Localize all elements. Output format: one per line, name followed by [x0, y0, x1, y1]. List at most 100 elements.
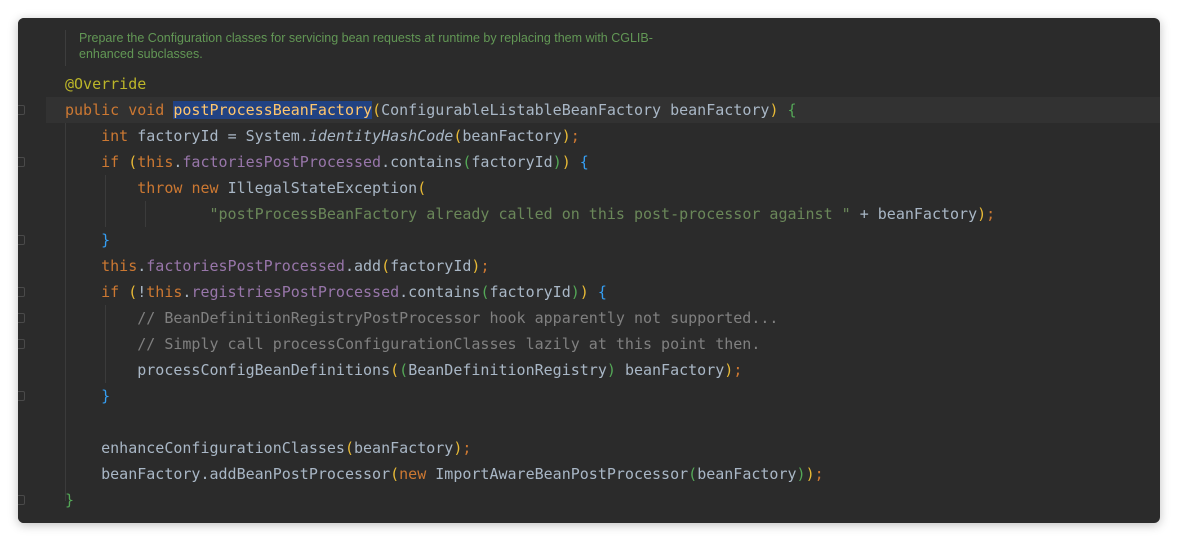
- method-call: enhanceConfigurationClasses: [101, 439, 345, 457]
- code-line-9[interactable]: if (!this.registriesPostProcessed.contai…: [65, 279, 607, 305]
- paren: ): [977, 205, 987, 223]
- operator: +: [859, 205, 869, 223]
- paren: (: [128, 153, 138, 171]
- code-line-8[interactable]: this.factoriesPostProcessed.add(factoryI…: [65, 253, 489, 279]
- param-type: ConfigurableListableBeanFactory: [381, 101, 662, 119]
- doc-comment-line: enhanced subclasses.: [79, 47, 203, 61]
- code-line-17[interactable]: }: [65, 487, 74, 513]
- javadoc-comment: Prepare the Configuration classes for se…: [65, 30, 699, 66]
- semicolon: ;: [814, 465, 824, 483]
- code-line-16[interactable]: beanFactory.addBeanPostProcessor(new Imp…: [65, 461, 824, 487]
- keyword-this: this: [146, 283, 183, 301]
- static-call: identityHashCode: [308, 127, 454, 145]
- editor-gutter: [18, 18, 46, 523]
- paren: (: [344, 439, 354, 457]
- argument: beanFactory: [877, 205, 978, 223]
- keyword-if: if: [101, 283, 120, 301]
- fold-marker-icon[interactable]: [18, 157, 25, 167]
- fold-marker-icon[interactable]: [18, 105, 25, 115]
- method-call: .contains: [381, 153, 463, 171]
- keyword-if: if: [101, 153, 120, 171]
- string-literal: "postProcessBeanFactory already called o…: [209, 205, 851, 223]
- code-line-3[interactable]: int factoryId = System.identityHashCode(…: [65, 123, 580, 149]
- brace: {: [579, 153, 589, 171]
- paren: ): [769, 101, 779, 119]
- param-name: beanFactory: [670, 101, 770, 119]
- brace: {: [787, 101, 797, 119]
- semicolon: ;: [733, 361, 743, 379]
- paren: (: [128, 283, 138, 301]
- brace: }: [101, 231, 111, 249]
- code-line-2[interactable]: public void postProcessBeanFactory(Confi…: [65, 97, 797, 123]
- code-line-4[interactable]: if (this.factoriesPostProcessed.contains…: [65, 149, 589, 175]
- method-call: .add: [344, 257, 382, 275]
- paren: ): [724, 361, 734, 379]
- code-line-12[interactable]: processConfigBeanDefinitions((BeanDefini…: [65, 357, 742, 383]
- code-line-13[interactable]: }: [65, 383, 110, 409]
- keyword-throw: throw: [137, 179, 183, 197]
- brace: }: [101, 387, 111, 405]
- field: registriesPostProcessed: [191, 283, 400, 301]
- semicolon: ;: [986, 205, 996, 223]
- brace: }: [65, 491, 75, 509]
- fold-marker-icon[interactable]: [18, 287, 25, 297]
- paren: (: [390, 361, 400, 379]
- paren: ): [796, 465, 806, 483]
- method-name[interactable]: postProcessBeanFactory: [173, 101, 373, 119]
- code-line-15[interactable]: enhanceConfigurationClasses(beanFactory)…: [65, 435, 471, 461]
- fold-marker-icon[interactable]: [18, 495, 25, 505]
- code-line-1[interactable]: @Override: [65, 71, 146, 97]
- code-line-7[interactable]: }: [65, 227, 110, 253]
- paren: ): [561, 153, 571, 171]
- argument: factoryId: [390, 257, 472, 275]
- argument: beanFactory: [354, 439, 454, 457]
- argument: beanFactory: [462, 127, 562, 145]
- semicolon: ;: [480, 257, 490, 275]
- dot: .: [137, 257, 147, 275]
- brace: {: [597, 283, 607, 301]
- keyword-new: new: [191, 179, 219, 197]
- paren: (: [688, 465, 698, 483]
- fold-marker-icon[interactable]: [18, 339, 25, 349]
- code-line-11[interactable]: // Simply call processConfigurationClass…: [65, 331, 760, 357]
- code-line-6[interactable]: "postProcessBeanFactory already called o…: [65, 201, 996, 227]
- paren: ): [805, 465, 815, 483]
- code-line-5[interactable]: throw new IllegalStateException(: [65, 175, 426, 201]
- field: factoriesPostProcessed: [182, 153, 382, 171]
- paren: ): [570, 283, 580, 301]
- class-name: ImportAwareBeanPostProcessor: [435, 465, 689, 483]
- keyword-this: this: [137, 153, 174, 171]
- field: factoriesPostProcessed: [146, 257, 345, 275]
- argument: factoryId: [471, 153, 553, 171]
- fold-marker-icon[interactable]: [18, 313, 25, 323]
- line-comment: // Simply call processConfigurationClass…: [137, 335, 761, 353]
- semicolon: ;: [462, 439, 472, 457]
- keyword-void: void: [128, 101, 165, 119]
- paren: (: [417, 179, 427, 197]
- object: beanFactory: [101, 465, 201, 483]
- method-call: .contains: [399, 283, 481, 301]
- fold-marker-icon[interactable]: [18, 391, 25, 401]
- variable: factoryId: [137, 127, 219, 145]
- method-call: processConfigBeanDefinitions: [137, 361, 391, 379]
- keyword-this: this: [101, 257, 138, 275]
- paren: ): [561, 127, 571, 145]
- fold-marker-icon[interactable]: [18, 235, 25, 245]
- paren: (: [390, 465, 400, 483]
- class-name: System.: [245, 127, 309, 145]
- paren: ): [552, 153, 562, 171]
- doc-comment-line: Prepare the Configuration classes for se…: [79, 31, 653, 45]
- argument: beanFactory: [624, 361, 725, 379]
- paren: (: [381, 257, 391, 275]
- paren: (: [399, 361, 409, 379]
- operator: =: [227, 127, 237, 145]
- method-call: .addBeanPostProcessor: [200, 465, 391, 483]
- keyword-int: int: [101, 127, 129, 145]
- code-editor[interactable]: Prepare the Configuration classes for se…: [18, 18, 1160, 523]
- semicolon: ;: [570, 127, 580, 145]
- class-name: IllegalStateException: [227, 179, 418, 197]
- keyword-public: public: [65, 101, 120, 119]
- argument: factoryId: [489, 283, 571, 301]
- code-line-10[interactable]: // BeanDefinitionRegistryPostProcessor h…: [65, 305, 778, 331]
- paren: (: [372, 101, 382, 119]
